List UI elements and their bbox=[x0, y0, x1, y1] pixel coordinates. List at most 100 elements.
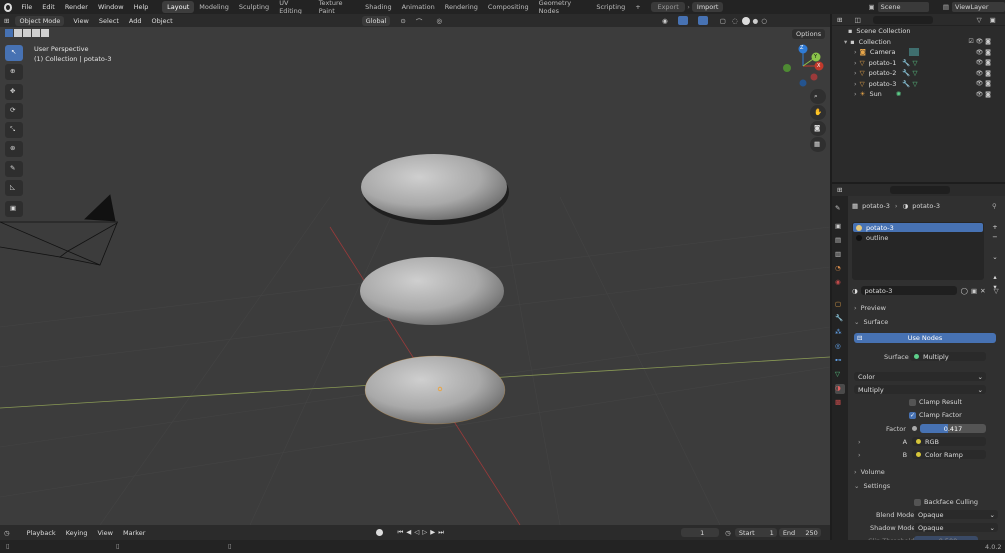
viewport-menu-select[interactable]: Select bbox=[94, 17, 124, 25]
expand-icon[interactable]: › bbox=[854, 59, 857, 67]
input-b-field[interactable]: Color Ramp bbox=[912, 450, 986, 459]
browse-material-icon[interactable]: ◑ bbox=[852, 287, 858, 295]
expand-icon[interactable]: › bbox=[854, 48, 857, 56]
link-mode-icon[interactable]: ▽ bbox=[994, 287, 999, 295]
scene-collection-row[interactable]: ▪ Scene Collection bbox=[832, 26, 1005, 37]
world-tab-icon[interactable]: ◉ bbox=[835, 278, 845, 288]
menu-window[interactable]: Window bbox=[93, 3, 129, 11]
fake-user-icon[interactable]: ◯ bbox=[961, 287, 968, 295]
collection-visibility-icons[interactable]: ☑ 👁 ◙ bbox=[968, 38, 991, 45]
menu-help[interactable]: Help bbox=[129, 3, 154, 11]
timeline-menu-keying[interactable]: Keying bbox=[61, 529, 93, 537]
overlay-toggle-icon[interactable] bbox=[697, 16, 708, 25]
visibility-icons[interactable]: 👁 ◙ bbox=[976, 70, 991, 77]
factor-slider[interactable]: 0.417 bbox=[920, 424, 986, 433]
import-button[interactable]: Import bbox=[691, 2, 724, 12]
tab-compositing[interactable]: Compositing bbox=[483, 1, 534, 13]
mode-dropdown[interactable]: Object Mode bbox=[15, 15, 65, 26]
clock-icon[interactable]: ◷ bbox=[725, 529, 731, 537]
scene-field[interactable]: Scene bbox=[877, 2, 929, 12]
outliner-item-potato-1[interactable]: › ▽ potato-1 🔧 ▽ 👁 ◙ bbox=[832, 58, 1005, 69]
outliner-item-potato-2[interactable]: › ▽ potato-2 🔧 ▽ 👁 ◙ bbox=[832, 68, 1005, 79]
settings-panel-header[interactable]: ⌄ Settings bbox=[854, 482, 890, 490]
layers-icon[interactable]: ▤ bbox=[943, 3, 949, 11]
select-extend-icon[interactable] bbox=[14, 29, 22, 37]
xray-icon[interactable]: ▢ bbox=[720, 17, 726, 25]
display-mode-icon[interactable]: ◫ bbox=[854, 16, 860, 24]
material-shading-icon[interactable]: ● bbox=[753, 17, 759, 25]
input-b-row[interactable]: › B bbox=[858, 451, 907, 459]
use-nodes-button[interactable]: ⊟ Use Nodes bbox=[854, 333, 996, 343]
menu-file[interactable]: File bbox=[16, 3, 37, 11]
scale-tool[interactable]: ⤡ bbox=[5, 122, 23, 138]
menu-render[interactable]: Render bbox=[60, 3, 93, 11]
camera-view-button[interactable]: ◙ bbox=[810, 121, 826, 136]
solid-shading-icon[interactable] bbox=[741, 16, 750, 25]
visibility-icon[interactable]: ◉ bbox=[662, 17, 668, 25]
input-a-row[interactable]: › A bbox=[858, 438, 907, 446]
duplicate-material-icon[interactable]: ▣ bbox=[971, 287, 977, 295]
slot-item-selected[interactable]: potato-3 bbox=[853, 223, 983, 232]
menu-edit[interactable]: Edit bbox=[37, 3, 60, 11]
current-frame-field[interactable]: 1 bbox=[681, 528, 720, 537]
proportional-edit-icon[interactable]: ◎ bbox=[436, 17, 442, 25]
outliner-item-sun[interactable]: › ☀ Sun ✺ 👁 ◙ bbox=[832, 89, 1005, 100]
tab-layout[interactable]: Layout bbox=[162, 1, 195, 13]
gizmo-toggle-icon[interactable] bbox=[677, 16, 688, 25]
properties-search-field[interactable] bbox=[890, 186, 951, 194]
texture-tab-icon[interactable]: ▩ bbox=[835, 398, 845, 408]
expand-icon[interactable]: › bbox=[854, 80, 857, 88]
editor-type-icon[interactable]: ⊞ bbox=[4, 17, 9, 25]
volume-panel-header[interactable]: › Volume bbox=[854, 468, 885, 476]
rendered-shading-icon[interactable]: ○ bbox=[761, 17, 767, 25]
viewport-menu-view[interactable]: View bbox=[68, 17, 93, 25]
timeline-menu-marker[interactable]: Marker bbox=[118, 529, 150, 537]
scene-icon[interactable]: ▣ bbox=[868, 3, 874, 11]
view-layer-tab-icon[interactable]: ▥ bbox=[835, 250, 845, 260]
measure-tool[interactable]: ◺ bbox=[5, 180, 23, 196]
tab-rendering[interactable]: Rendering bbox=[440, 1, 483, 13]
blender-logo-icon[interactable] bbox=[4, 2, 13, 12]
move-tool[interactable]: ✥ bbox=[5, 84, 23, 100]
data-tab-icon[interactable]: ▽ bbox=[835, 370, 845, 380]
timeline-menu-playback[interactable]: Playback bbox=[22, 529, 61, 537]
clamp-result-checkbox[interactable]: Clamp Result bbox=[909, 398, 962, 406]
visibility-icons[interactable]: 👁 ◙ bbox=[976, 49, 991, 56]
viewport-menu-add[interactable]: Add bbox=[124, 17, 147, 25]
outliner-item-camera[interactable]: › ◙ Camera 👁 ◙ bbox=[832, 47, 1005, 58]
input-a-field[interactable]: RGB bbox=[912, 437, 986, 446]
collection-row[interactable]: ▾ ▪ Collection ☑ 👁 ◙ bbox=[832, 37, 1005, 48]
visibility-icons[interactable]: 👁 ◙ bbox=[976, 91, 991, 98]
select-box-tool[interactable]: ↖ bbox=[5, 45, 23, 61]
visibility-icons[interactable]: 👁 ◙ bbox=[976, 59, 991, 66]
scene-tab-icon[interactable]: ◔ bbox=[835, 264, 845, 274]
outliner-item-potato-3[interactable]: › ▽ potato-3 🔧 ▽ 👁 ◙ bbox=[832, 79, 1005, 90]
record-button[interactable] bbox=[376, 529, 384, 536]
physics-tab-icon[interactable]: ◎ bbox=[835, 342, 845, 352]
clamp-factor-checkbox[interactable]: ✓ Clamp Factor bbox=[909, 411, 962, 419]
new-collection-icon[interactable]: ▣ bbox=[990, 16, 996, 24]
3d-viewport[interactable]: User Perspective (1) Collection | potato… bbox=[0, 27, 830, 525]
viewport-menu-object[interactable]: Object bbox=[147, 17, 178, 25]
output-tab-icon[interactable]: ▤ bbox=[835, 236, 845, 246]
properties-editor-icon[interactable]: ⊞ bbox=[837, 186, 842, 194]
timeline-menu-view[interactable]: View bbox=[93, 529, 118, 537]
select-new-icon[interactable] bbox=[5, 29, 13, 37]
select-subtract-icon[interactable] bbox=[23, 29, 31, 37]
transform-orientation-dropdown[interactable]: Global bbox=[361, 15, 391, 26]
unlink-material-icon[interactable]: ✕ bbox=[980, 287, 985, 295]
slot-item[interactable]: outline bbox=[853, 233, 983, 242]
start-frame-field[interactable]: Start 1 bbox=[734, 528, 777, 537]
filter-icon[interactable]: ▽ bbox=[977, 16, 982, 24]
shadow-mode-dropdown[interactable]: Opaque ⌄ bbox=[914, 523, 998, 532]
expand-icon[interactable]: › bbox=[854, 69, 857, 77]
export-button[interactable]: Export bbox=[650, 2, 686, 12]
render-tab-icon[interactable]: ▣ bbox=[835, 222, 845, 232]
slot-controls[interactable]: + − ⌄ ▴ ▾ bbox=[990, 222, 1000, 292]
material-tab-icon[interactable]: ◑ bbox=[835, 384, 845, 394]
wireframe-shading-icon[interactable]: ◌ bbox=[732, 17, 738, 25]
tab-animation[interactable]: Animation bbox=[397, 1, 440, 13]
select-intersect-icon[interactable] bbox=[41, 29, 49, 37]
playback-controls[interactable]: ⏮◀◁▷▶⏭ bbox=[397, 528, 447, 537]
zoom-button[interactable]: ⌕ bbox=[810, 89, 826, 104]
